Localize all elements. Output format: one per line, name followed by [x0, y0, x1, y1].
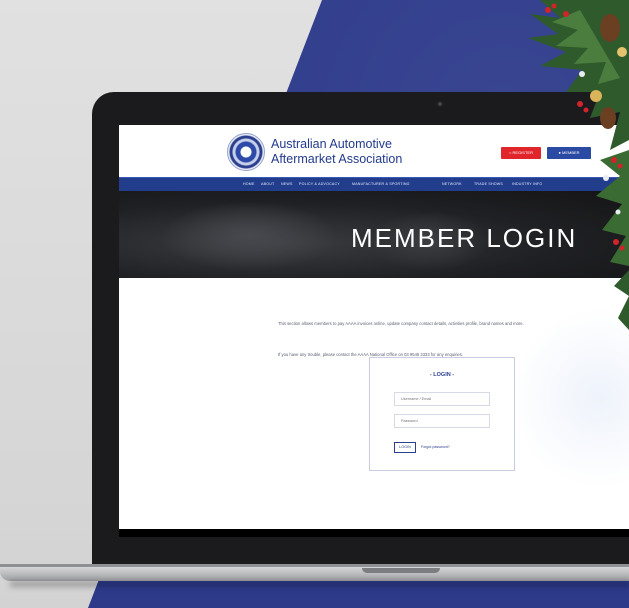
logo-line-2: Aftermarket Association — [271, 152, 403, 166]
nav-item-manufacturer[interactable]: MANUFACTURER & SPORTING — [352, 182, 410, 186]
site-logo-text[interactable]: Australian Automotive Aftermarket Associ… — [271, 137, 402, 167]
forgot-password-link[interactable]: Forgot password? — [421, 445, 450, 449]
member-button-label: MEMBER — [561, 150, 580, 155]
member-button[interactable]: ● MEMBER — [547, 147, 591, 159]
laptop-screen: Australian Automotive Aftermarket Associ… — [119, 125, 629, 537]
nav-item-about[interactable]: ABOUT — [261, 182, 274, 186]
site-header: Australian Automotive Aftermarket Associ… — [119, 125, 629, 177]
nav-item-industry-info[interactable]: INDUSTRY INFO — [512, 182, 542, 186]
nav-item-trade-shows[interactable]: TRADE SHOWS — [474, 182, 503, 186]
intro-text: This section allows members to pay AAAA … — [278, 321, 524, 326]
screen-bezel-bottom — [119, 529, 629, 537]
nav-item-news[interactable]: NEWS — [281, 182, 293, 186]
username-input[interactable] — [394, 392, 490, 406]
nav-item-home[interactable]: HOME — [243, 182, 255, 186]
login-button[interactable]: LOGIN — [394, 442, 416, 453]
logo-line-1: Australian Automotive — [271, 137, 392, 151]
laptop-shadow — [10, 581, 629, 587]
password-input[interactable] — [394, 414, 490, 428]
nav-item-network[interactable]: NETWORK — [442, 182, 462, 186]
nav-item-policy[interactable]: POLICY & ADVOCACY — [299, 182, 340, 186]
laptop-base-notch — [362, 568, 440, 573]
webcam-icon — [438, 102, 442, 106]
main-nav: HOME ABOUT NEWS POLICY & ADVOCACY MANUFA… — [119, 177, 629, 192]
page-title: MEMBER LOGIN — [351, 223, 578, 253]
login-title: - LOGIN - — [429, 372, 455, 378]
register-button[interactable]: ○ REGISTER — [501, 147, 541, 159]
laptop-base — [0, 567, 629, 581]
register-button-label: REGISTER — [512, 150, 533, 155]
login-panel: - LOGIN - LOGIN Forgot password? — [369, 357, 515, 471]
aaaa-logo-icon[interactable] — [227, 133, 265, 171]
